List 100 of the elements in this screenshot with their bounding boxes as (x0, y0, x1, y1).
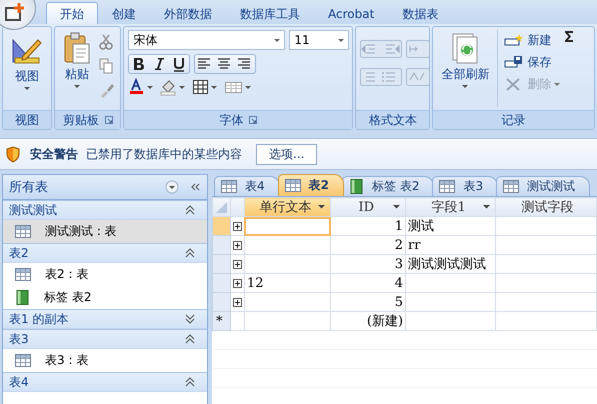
office-logo-icon (5, 3, 25, 21)
dialog-launcher-icon[interactable] (104, 116, 113, 124)
document-tab[interactable]: 标签 表2 (342, 176, 434, 196)
scissors-icon[interactable] (99, 34, 114, 50)
table-cell[interactable] (496, 254, 596, 274)
font-size-dropdown[interactable]: 11 (289, 30, 350, 50)
table-cell[interactable] (244, 236, 331, 254)
table-cell[interactable] (406, 292, 496, 312)
paste-button[interactable]: 粘贴 (59, 30, 96, 107)
pencil-ruler-icon (11, 36, 44, 66)
table-cell[interactable]: 3 (330, 254, 406, 274)
new-row-marker: * (215, 314, 222, 328)
refresh-all-button[interactable]: 全部刷新 (437, 30, 494, 107)
table-cell[interactable] (406, 312, 496, 330)
save-icon (504, 55, 524, 69)
table-cell[interactable]: (新建) (330, 312, 406, 330)
table-cell[interactable] (496, 274, 596, 292)
report-icon (15, 290, 30, 305)
ribbon-tab[interactable]: 开始 (46, 2, 98, 24)
font-color-icon[interactable] (128, 78, 156, 96)
table-cell[interactable] (406, 274, 496, 292)
shield-icon (6, 146, 20, 162)
nav-item[interactable]: 测试测试 : 表 (3, 220, 207, 243)
paragraph-direction-icon[interactable] (406, 40, 430, 58)
group-label: 视图 (15, 112, 40, 128)
expand-icon[interactable] (233, 222, 242, 230)
table-cell[interactable] (496, 216, 596, 236)
ribbon-tab[interactable]: Acrobat (314, 2, 388, 24)
table-icon (439, 180, 456, 193)
dropdown-arrow-icon (338, 38, 344, 42)
nav-group-header[interactable]: 表4 (3, 372, 207, 392)
table-icon (284, 179, 301, 192)
column-header[interactable]: 测试字段 (496, 198, 596, 216)
expand-icon[interactable] (233, 298, 242, 306)
table-cell[interactable] (496, 236, 596, 254)
table-cell[interactable]: 测试测试测试 (406, 254, 496, 274)
dialog-launcher-icon[interactable] (249, 116, 258, 124)
ribbon-tab[interactable]: 外部数据 (150, 2, 226, 24)
record-new-button[interactable]: 新建 (504, 30, 560, 50)
dropdown-circle-icon[interactable] (165, 180, 179, 194)
document-tab[interactable]: 表2 (278, 174, 344, 196)
column-header[interactable]: 字段1 (406, 198, 496, 216)
dropdown-arrow-icon (318, 205, 326, 209)
indent-icon[interactable] (360, 40, 402, 58)
nav-group-header[interactable]: 表1 的副本 (3, 309, 207, 329)
table-cell[interactable] (244, 292, 331, 312)
ribbon-tab[interactable]: 数据表 (388, 2, 452, 24)
copy-icon[interactable] (99, 58, 114, 74)
document-tab[interactable]: 表3 (432, 176, 498, 196)
nav-group-header[interactable]: 表2 (3, 243, 207, 263)
table-icon (15, 354, 31, 367)
sum-icon[interactable] (564, 30, 574, 43)
table-cell[interactable]: 5 (330, 292, 406, 312)
table-cell[interactable] (244, 312, 331, 330)
table-cell[interactable]: 2 (330, 236, 406, 254)
table-icon (15, 268, 31, 281)
column-header[interactable]: ID (330, 198, 406, 216)
collapse-pane-icon[interactable] (189, 182, 201, 192)
nav-item[interactable]: 表3 : 表 (3, 349, 207, 372)
document-tab[interactable]: 表4 (214, 176, 280, 196)
font-dropdown[interactable]: 宋体 (128, 30, 286, 50)
table-cell[interactable] (244, 216, 331, 236)
new-record-icon (504, 33, 524, 47)
corner-triangle-icon (215, 200, 228, 214)
nav-item[interactable]: 标签 表2 (3, 286, 207, 309)
dropdown-arrow-icon (483, 205, 490, 209)
dropdown-arrow-icon (462, 85, 468, 88)
group-label: 记录 (502, 112, 526, 128)
options-button[interactable]: 选项... (256, 144, 318, 164)
select-all-corner[interactable] (212, 198, 230, 216)
table-cell[interactable]: rr (406, 236, 496, 254)
expand-icon[interactable] (233, 278, 242, 288)
record-save-button[interactable]: 保存 (504, 52, 560, 72)
expand-icon[interactable] (233, 240, 242, 250)
table-cell[interactable]: 测试 (406, 216, 496, 236)
gridlines-icon[interactable] (191, 78, 220, 96)
nav-item[interactable]: 表2 : 表 (3, 263, 207, 286)
dropdown-arrow-icon (24, 87, 30, 90)
row-selector[interactable]: * (212, 312, 230, 330)
view-button[interactable]: 视图 (7, 34, 48, 107)
nav-group-header[interactable]: 表3 (3, 329, 207, 349)
table-cell[interactable]: 1 (330, 216, 406, 236)
table-cell[interactable]: 12 (244, 274, 331, 292)
group-label: 剪贴板 (62, 112, 99, 128)
expand-icon[interactable] (233, 260, 242, 268)
table-icon (503, 180, 520, 193)
table-cell[interactable] (496, 312, 596, 330)
column-header[interactable]: 单行文本 (244, 198, 331, 216)
table-cell[interactable] (496, 292, 596, 312)
table-cell[interactable] (244, 254, 331, 274)
fill-color-icon[interactable] (159, 78, 188, 96)
nav-group-header[interactable]: 测试测试 (3, 200, 207, 220)
dropdown-arrow-icon (274, 38, 280, 42)
ribbon-tab[interactable]: 数据库工具 (226, 2, 314, 24)
list-icon[interactable] (360, 68, 402, 86)
document-tab[interactable]: 测试测试 (496, 176, 590, 196)
report-icon (349, 179, 364, 194)
table-cell[interactable]: 4 (330, 274, 406, 292)
ribbon-tab[interactable]: 创建 (98, 2, 150, 24)
dropdown-arrow-icon (393, 205, 400, 209)
